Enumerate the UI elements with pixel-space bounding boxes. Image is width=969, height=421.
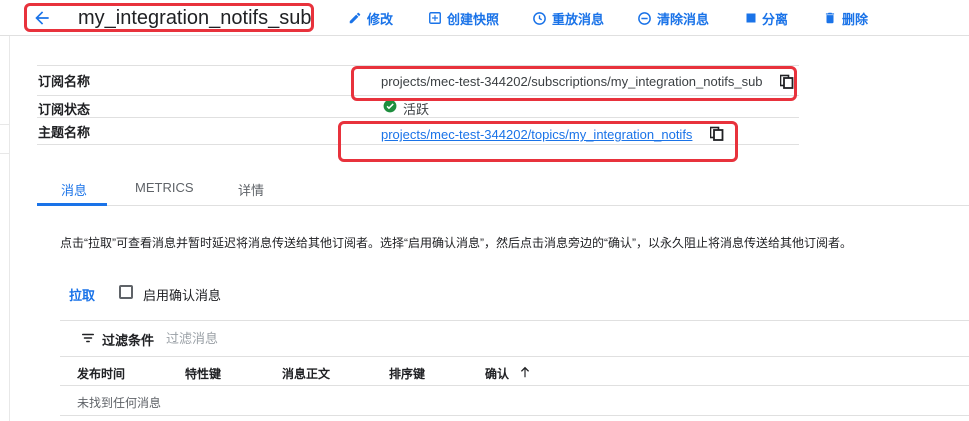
filter-icon (81, 333, 95, 343)
column-ordering-key[interactable]: 排序键 (389, 365, 425, 382)
tab-bar: 消息 METRICS 详情 (37, 170, 969, 206)
filter-bar: 过滤条件 (60, 320, 969, 356)
left-rail (0, 36, 10, 421)
tab-details[interactable]: 详情 (238, 180, 264, 199)
enable-ack-label: 启用确认消息 (143, 288, 222, 303)
column-ack[interactable]: 确认 (485, 365, 509, 382)
delete-label: 删除 (842, 11, 869, 27)
replay-messages-button[interactable]: 重放消息 (532, 8, 604, 28)
topic-name-row: 主题名称 projects/mec-test-344202/topics/my_… (37, 117, 799, 145)
filter-label: 过滤条件 (102, 333, 155, 348)
check-circle-icon (383, 99, 397, 113)
empty-state-text: 未找到任何消息 (77, 396, 162, 410)
arrow-up-icon[interactable] (518, 364, 532, 380)
copy-icon[interactable] (780, 73, 794, 89)
create-snapshot-button[interactable]: 创建快照 (428, 8, 499, 28)
copy-icon[interactable] (710, 125, 724, 141)
purge-icon (638, 11, 651, 25)
pull-button[interactable]: 拉取 (69, 285, 95, 304)
status-label: 订阅状态 (38, 102, 91, 117)
edit-label: 修改 (367, 11, 394, 27)
replay-icon (533, 11, 546, 25)
page-title: my_integration_notifs_sub (78, 7, 312, 29)
trash-icon (825, 12, 835, 24)
top-toolbar: my_integration_notifs_sub 修改 创建快照 重放消息 清… (0, 0, 969, 36)
delete-button[interactable]: 删除 (823, 8, 868, 28)
purge-messages-button[interactable]: 清除消息 (637, 8, 709, 28)
topic-name-label: 主题名称 (38, 125, 91, 140)
enable-ack-checkbox[interactable] (119, 285, 133, 299)
subscription-name-label: 订阅名称 (38, 74, 91, 89)
create-snapshot-label: 创建快照 (447, 11, 500, 27)
status-value: 活跃 (403, 102, 430, 117)
subscription-name-value: projects/mec-test-344202/subscriptions/m… (381, 74, 763, 89)
tab-metrics[interactable]: METRICS (135, 180, 194, 195)
replay-messages-label: 重放消息 (552, 11, 605, 27)
rail-marker (0, 124, 10, 154)
subscription-name-row: 订阅名称 projects/mec-test-344202/subscripti… (37, 65, 799, 95)
status-row: 订阅状态 活跃 (37, 95, 799, 117)
column-message-body[interactable]: 消息正文 (282, 365, 330, 382)
filter-input[interactable] (166, 325, 566, 351)
pencil-icon (349, 12, 361, 24)
stop-icon (746, 13, 756, 23)
detach-button[interactable]: 分离 (745, 8, 788, 28)
column-publish-time[interactable]: 发布时间 (77, 365, 125, 382)
tab-messages[interactable]: 消息 (61, 180, 87, 199)
snapshot-icon (429, 12, 441, 24)
empty-state-row: 未找到任何消息 (60, 386, 969, 416)
back-button[interactable] (30, 6, 54, 30)
purge-messages-label: 清除消息 (657, 11, 710, 27)
messages-description: 点击“拉取”可查看消息并暂时延迟将消息传送给其他订阅者。选择“启用确认消息”，然… (60, 236, 852, 250)
edit-button[interactable]: 修改 (348, 8, 393, 28)
detach-label: 分离 (762, 11, 789, 27)
arrow-back-icon (35, 11, 49, 25)
messages-table-header: 发布时间 特性键 消息正文 排序键 确认 (60, 356, 969, 386)
active-tab-indicator (37, 203, 107, 206)
topic-name-link[interactable]: projects/mec-test-344202/topics/my_integ… (381, 127, 692, 142)
column-attribute-keys[interactable]: 特性键 (185, 365, 221, 382)
